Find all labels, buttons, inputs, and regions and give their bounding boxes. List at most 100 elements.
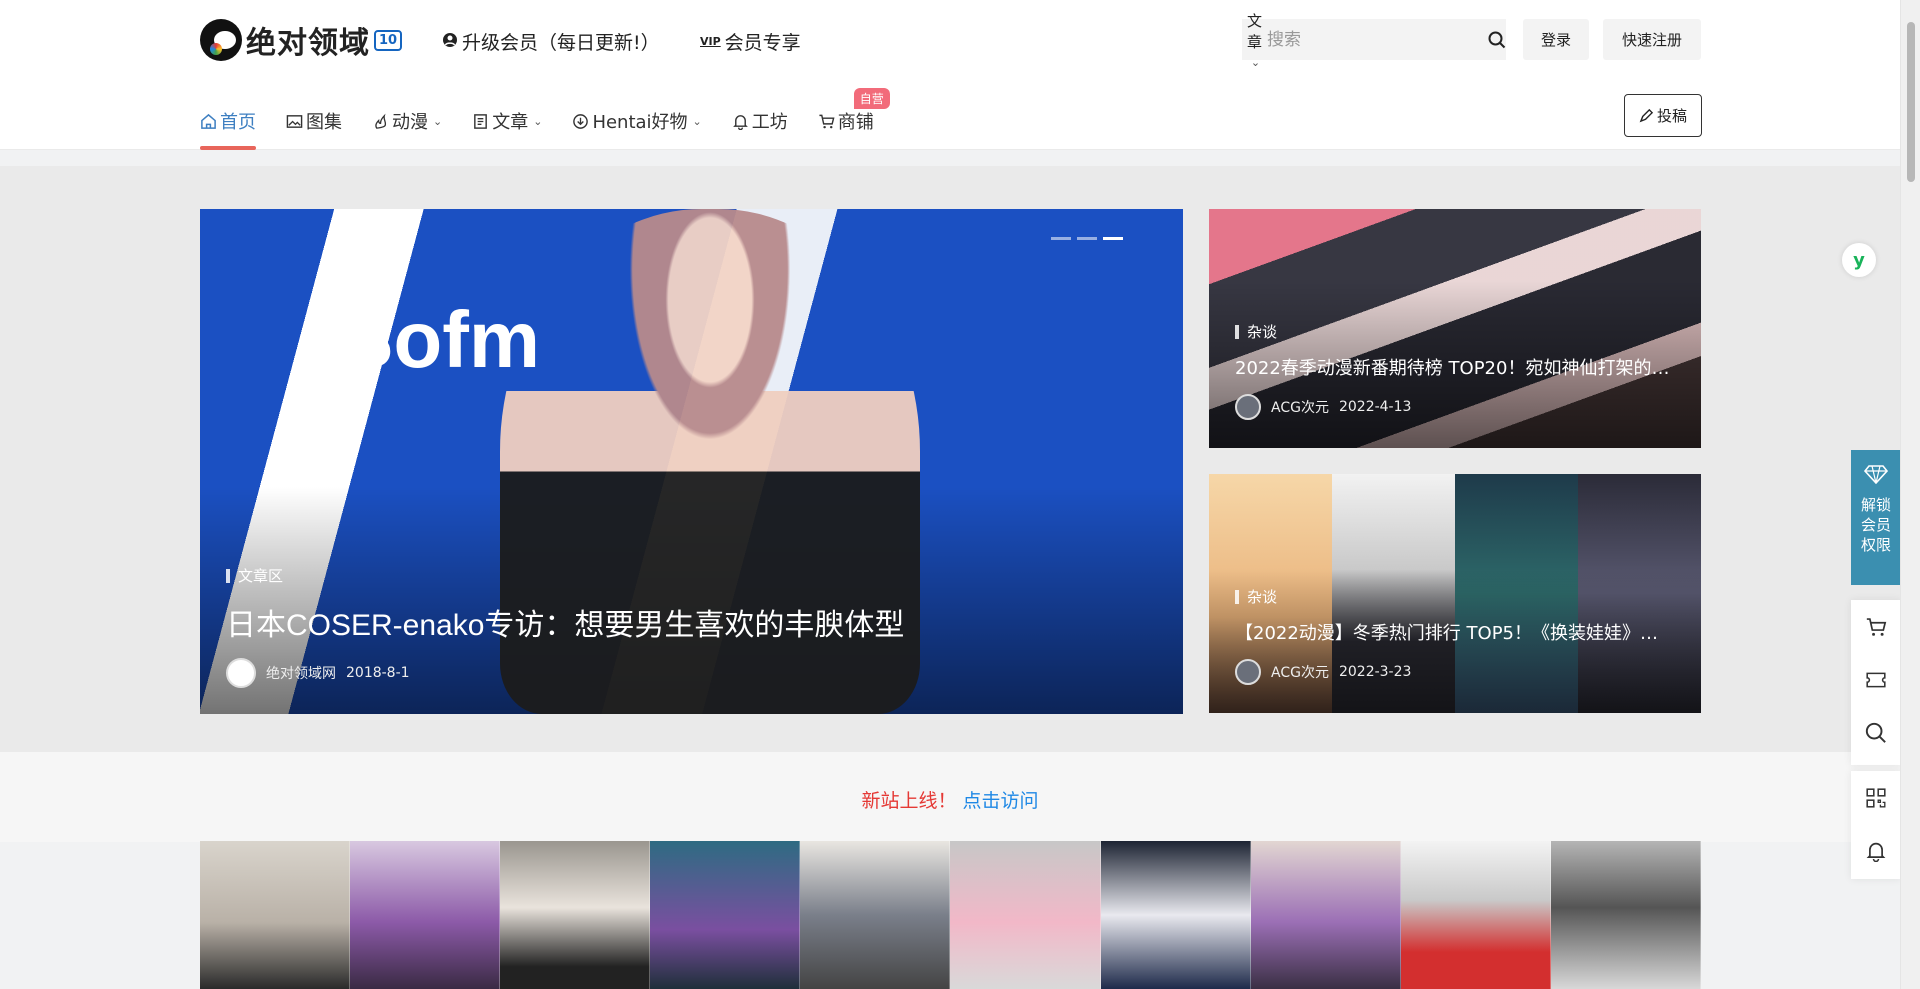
site-logo[interactable]: 绝对领域 10 — [200, 18, 403, 62]
author-name[interactable]: ACG次元 — [1271, 662, 1329, 682]
floating-search-button[interactable] — [1851, 706, 1901, 759]
author-info: 绝对领域网 2018-8-1 — [226, 658, 904, 688]
author-name[interactable]: ACG次元 — [1271, 397, 1329, 417]
category-tag[interactable]: 杂谈 — [1235, 586, 1675, 607]
category-tag-label: 文章区 — [238, 567, 284, 585]
main-nav: 首页 图集 动漫 ⌄ 文章 ⌄ Hentai好物 ⌄ 工坊 商铺 自营 — [200, 88, 904, 150]
nav-item-label: 首页 — [220, 112, 256, 133]
gallery-tile[interactable] — [1550, 841, 1701, 989]
vip-exclusive-label: 会员专享 — [724, 32, 801, 54]
register-button[interactable]: 快速注册 — [1603, 19, 1701, 60]
chevron-down-icon: ⌄ — [1250, 55, 1261, 69]
page: 绝对领域 10 升级会员（每日更新!） VIP 会员专享 文章 ⌄ 登录 快速注… — [0, 0, 1920, 989]
qrcode-icon — [1866, 787, 1886, 808]
avatar[interactable] — [1235, 394, 1261, 420]
notice-visit-link[interactable]: 点击访问 — [963, 790, 1039, 812]
hero-main-card[interactable]: Sofm 文章区 日本COSER-enako专访：想要男生喜欢的丰腴体型 绝对领… — [200, 209, 1183, 714]
post-date: 2022-3-23 — [1338, 664, 1412, 680]
unlock-member-button[interactable]: 解锁会员权限 — [1851, 450, 1901, 585]
nav-item-workshop[interactable]: 工坊 — [732, 100, 788, 142]
category-tag[interactable]: 文章区 — [226, 565, 904, 586]
floating-notify-button[interactable] — [1851, 824, 1901, 877]
upgrade-member-link[interactable]: 升级会员（每日更新!） — [442, 28, 660, 55]
gallery-tile[interactable] — [350, 841, 501, 989]
search-input[interactable] — [1267, 29, 1488, 50]
vip-icon: VIP — [700, 35, 721, 48]
nav-item-label: 图集 — [306, 112, 342, 133]
hero-main-meta: 文章区 日本COSER-enako专访：想要男生喜欢的丰腴体型 绝对领域网 20… — [226, 565, 904, 688]
image-icon — [286, 114, 303, 128]
nav-item-label: 工坊 — [751, 112, 788, 133]
floating-toolbar-top — [1851, 600, 1901, 765]
cart-icon — [819, 114, 835, 128]
floating-cart-button[interactable] — [1851, 600, 1901, 653]
carousel-dot[interactable] — [1077, 237, 1097, 240]
nav-item-label: 商铺 — [837, 112, 874, 133]
category-tag[interactable]: 杂谈 — [1235, 321, 1675, 342]
author-info: ACG次元 2022-3-23 — [1235, 659, 1675, 685]
gallery-tile[interactable] — [650, 841, 801, 989]
search-icon — [1488, 31, 1506, 48]
nav-item-home[interactable]: 首页 — [200, 100, 256, 150]
upgrade-member-label: 升级会员（每日更新!） — [462, 32, 660, 54]
carousel-indicators — [1051, 237, 1123, 240]
avatar[interactable] — [1235, 659, 1261, 685]
logo-icon — [200, 19, 242, 61]
photo-gallery-strip — [200, 841, 1701, 989]
gallery-tile[interactable] — [200, 841, 351, 989]
floating-ticket-button[interactable] — [1851, 653, 1901, 706]
cart-icon — [1866, 617, 1887, 636]
floating-badge-icon[interactable]: y — [1842, 243, 1876, 277]
hero-side-card[interactable]: 杂谈 2022春季动漫新番期待榜 TOP20！宛如神仙打架的一... ACG次元… — [1209, 209, 1701, 448]
side-card-title[interactable]: 2022春季动漫新番期待榜 TOP20！宛如神仙打架的一... — [1235, 354, 1675, 380]
download-icon — [573, 113, 589, 129]
notice-text: 新站上线！ — [861, 790, 957, 812]
author-name[interactable]: 绝对领域网 — [266, 663, 336, 683]
category-tag-label: 杂谈 — [1247, 323, 1278, 341]
gallery-tile[interactable] — [1400, 841, 1551, 989]
search-type-select[interactable]: 文章 ⌄ — [1242, 10, 1267, 70]
gallery-tile[interactable] — [800, 841, 951, 989]
nav-item-hentai-goods[interactable]: Hentai好物 ⌄ — [572, 100, 702, 142]
side-card-title[interactable]: 【2022动漫】冬季热门排行 TOP5！《换装娃娃》上榜... — [1235, 619, 1675, 645]
side-card-meta: 杂谈 2022春季动漫新番期待榜 TOP20！宛如神仙打架的一... ACG次元… — [1235, 321, 1675, 420]
ticket-icon — [1866, 672, 1886, 687]
post-submit-button[interactable]: 投稿 — [1624, 94, 1702, 137]
author-info: ACG次元 2022-4-13 — [1235, 394, 1675, 420]
home-icon — [201, 113, 216, 129]
category-tag-label: 杂谈 — [1247, 588, 1278, 606]
search-button[interactable] — [1488, 19, 1506, 60]
gallery-tile[interactable] — [950, 841, 1101, 989]
gallery-tile[interactable] — [1250, 841, 1401, 989]
nav-item-article[interactable]: 文章 ⌄ — [472, 100, 542, 142]
nav-item-anime[interactable]: 动漫 ⌄ — [372, 100, 442, 142]
post-submit-label: 投稿 — [1656, 107, 1687, 125]
logo-text: 绝对领域 — [246, 26, 370, 61]
floating-toolbar-bottom — [1851, 771, 1901, 879]
floating-qrcode-button[interactable] — [1851, 771, 1901, 824]
gallery-tile[interactable] — [500, 841, 651, 989]
pen-icon — [1639, 108, 1654, 123]
chevron-down-icon: ⌄ — [433, 114, 443, 128]
scrollbar-thumb[interactable] — [1907, 22, 1915, 182]
search-icon — [1865, 722, 1886, 743]
hero-main-title[interactable]: 日本COSER-enako专访：想要男生喜欢的丰腴体型 — [226, 600, 904, 644]
avatar[interactable] — [226, 658, 256, 688]
carousel-dot-active[interactable] — [1103, 237, 1123, 240]
anniversary-badge: 10 — [374, 29, 403, 51]
login-button[interactable]: 登录 — [1523, 19, 1589, 60]
hero-side-card[interactable]: 杂谈 【2022动漫】冬季热门排行 TOP5！《换装娃娃》上榜... ACG次元… — [1209, 474, 1701, 713]
side-card-meta: 杂谈 【2022动漫】冬季热门排行 TOP5！《换装娃娃》上榜... ACG次元… — [1235, 586, 1675, 685]
vip-exclusive-link[interactable]: VIP 会员专享 — [700, 28, 801, 55]
nav-item-shop[interactable]: 商铺 自营 — [818, 88, 890, 142]
page-scrollbar[interactable] — [1900, 0, 1920, 989]
new-site-notice: 新站上线！ 点击访问 — [0, 752, 1900, 842]
carousel-dot[interactable] — [1051, 237, 1071, 240]
self-operated-badge: 自营 — [853, 88, 890, 109]
nav-item-gallery[interactable]: 图集 — [286, 100, 342, 142]
site-header: 绝对领域 10 升级会员（每日更新!） VIP 会员专享 文章 ⌄ 登录 快速注… — [0, 0, 1900, 150]
chevron-down-icon: ⌄ — [692, 114, 702, 128]
unlock-member-label: 解锁会员权限 — [1860, 496, 1891, 554]
gallery-tile[interactable] — [1100, 841, 1251, 989]
fire-icon — [375, 113, 387, 129]
